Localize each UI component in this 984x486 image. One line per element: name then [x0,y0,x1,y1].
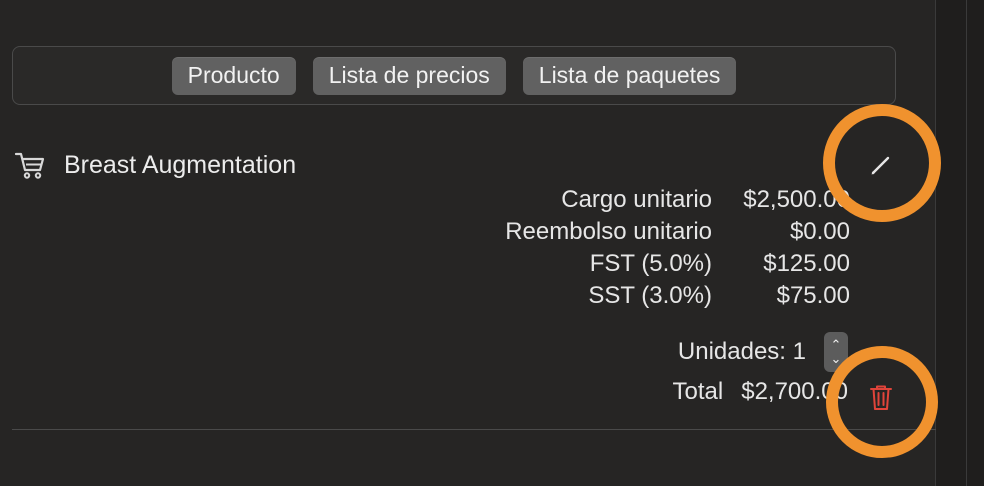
product-name: Breast Augmentation [64,150,297,179]
segment-lista-de-paquetes[interactable]: Lista de paquetes [522,56,737,95]
gutter-divider [966,0,967,486]
segment-lista-de-precios[interactable]: Lista de precios [312,56,506,95]
segment-producto[interactable]: Producto [171,56,296,95]
detail-label-fst: FST (5.0%) [589,250,712,277]
product-row: Breast Augmentation [14,150,296,180]
stepper-down-icon[interactable]: ⌄ [831,352,842,366]
units-stepper[interactable]: ⌃ ⌄ [824,332,848,372]
detail-value-fst: $125.00 [763,250,850,277]
trash-icon[interactable] [866,382,896,412]
cart-icon [14,152,45,179]
stepper-up-icon[interactable]: ⌃ [831,338,842,352]
total-value: $2,700.00 [741,378,848,405]
total-label: Total [672,378,724,405]
units-label: Unidades: 1 [677,338,806,365]
detail-label-reembolso: Reembolso unitario [505,218,712,245]
detail-value-cargo: $2,500.00 [743,186,850,213]
row-divider [12,429,936,430]
segmented-control: Producto Lista de precios Lista de paque… [12,46,896,105]
total-row: Total $2,700.00 [673,378,848,406]
right-gutter [935,0,984,486]
units-row: Unidades: 1 ⌃ ⌄ [678,332,848,372]
edit-pencil-icon[interactable] [866,150,896,180]
price-details: Cargo unitario $2,500.00 Reembolso unita… [505,186,850,310]
detail-value-sst: $75.00 [776,282,850,309]
detail-label-sst: SST (3.0%) [588,282,712,309]
detail-label-cargo: Cargo unitario [561,186,712,213]
detail-value-reembolso: $0.00 [789,218,850,245]
